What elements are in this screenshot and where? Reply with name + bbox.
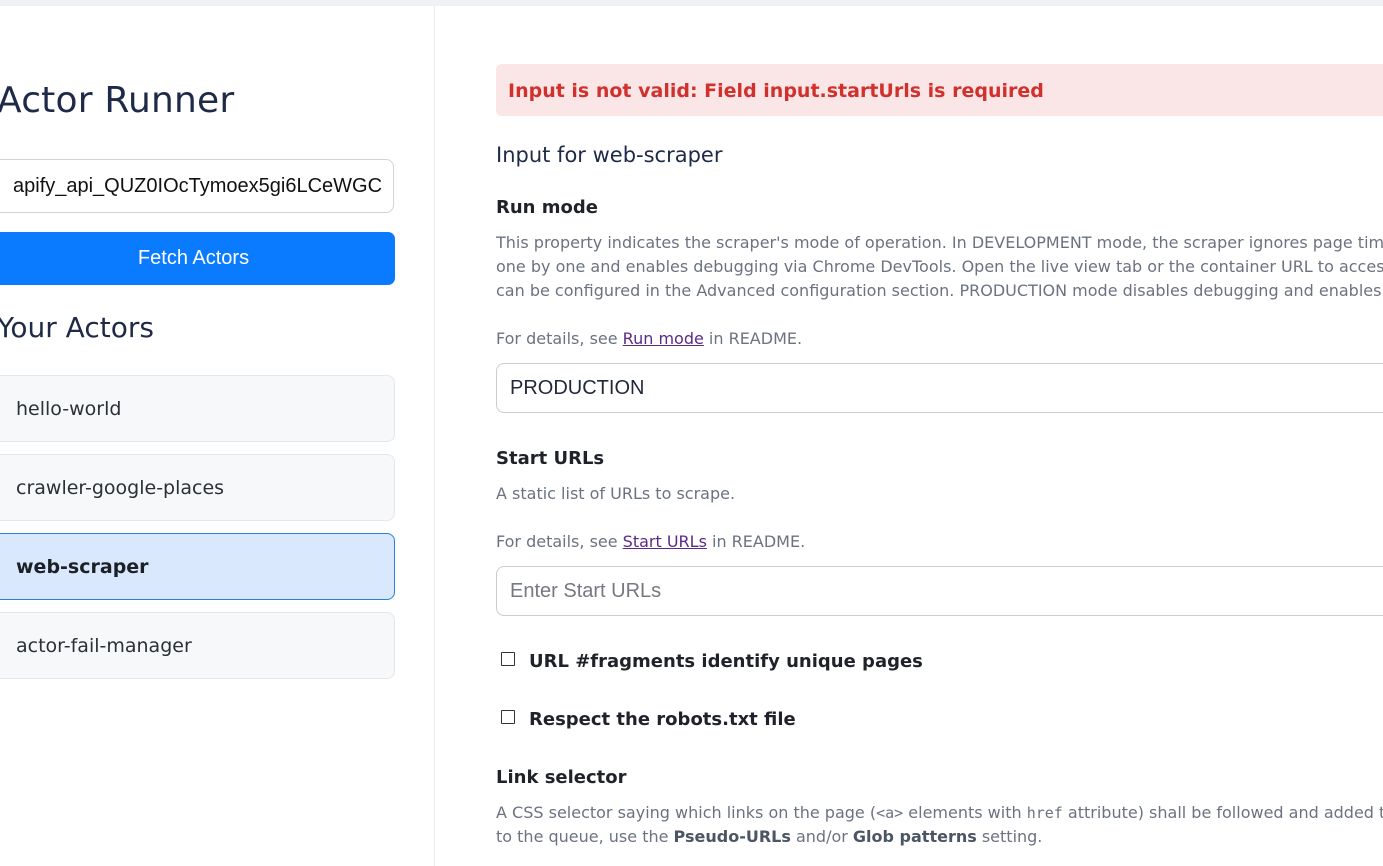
sidebar: Actor Runner apify_api_QUZ0IOcTymoex5gi6… bbox=[0, 6, 435, 866]
desc-text: and/or bbox=[790, 827, 853, 846]
link-selector-desc-line-2: to the queue, use the Pseudo-URLs and/or… bbox=[496, 825, 1042, 849]
app-title: Actor Runner bbox=[0, 80, 235, 121]
desc-text: attribute) shall be followed and added t… bbox=[1062, 803, 1383, 822]
api-key-input[interactable]: apify_api_QUZ0IOcTymoex5gi6LCeWGC bbox=[0, 159, 394, 213]
fetch-actors-button[interactable]: Fetch Actors bbox=[0, 232, 395, 285]
run-mode-details: For details, see Run mode in README. bbox=[496, 327, 802, 351]
robots-txt-checkbox[interactable] bbox=[501, 710, 515, 724]
start-urls-details: For details, see Start URLs in README. bbox=[496, 530, 805, 554]
run-mode-desc-line-3: can be configured in the Advanced config… bbox=[496, 281, 1382, 300]
start-urls-description: A static list of URLs to scrape. bbox=[496, 484, 736, 503]
details-suffix: in README. bbox=[703, 329, 803, 348]
robots-txt-label: Respect the robots.txt file bbox=[529, 709, 796, 730]
link-selector-label: Link selector bbox=[496, 767, 627, 788]
run-mode-select[interactable]: PRODUCTION bbox=[496, 363, 1383, 413]
href-code: href bbox=[1026, 804, 1063, 822]
pseudo-urls-term: Pseudo-URLs bbox=[673, 827, 791, 846]
your-actors-heading: Your Actors bbox=[0, 311, 154, 344]
run-mode-desc-line-1: This property indicates the scraper's mo… bbox=[496, 233, 1383, 252]
run-mode-label: Run mode bbox=[496, 197, 598, 218]
run-mode-readme-link[interactable]: Run mode bbox=[623, 329, 704, 348]
desc-text: setting. bbox=[976, 827, 1043, 846]
url-fragments-option[interactable]: URL #fragments identify unique pages bbox=[501, 651, 923, 672]
actor-item-web-scraper[interactable]: web-scraper bbox=[0, 533, 395, 600]
error-alert: Input is not valid: Field input.startUrl… bbox=[496, 64, 1383, 116]
details-prefix: For details, see bbox=[496, 329, 623, 348]
main-panel: Input is not valid: Field input.startUrl… bbox=[496, 0, 1383, 866]
glob-patterns-term: Glob patterns bbox=[852, 827, 977, 846]
link-selector-desc-line-1: A CSS selector saying which links on the… bbox=[496, 801, 1383, 825]
input-heading: Input for web-scraper bbox=[496, 143, 723, 167]
robots-txt-option[interactable]: Respect the robots.txt file bbox=[501, 709, 796, 730]
url-fragments-checkbox[interactable] bbox=[501, 652, 515, 666]
start-urls-label: Start URLs bbox=[496, 448, 605, 469]
run-mode-desc-line-2: one by one and enables debugging via Chr… bbox=[496, 257, 1383, 276]
start-urls-input[interactable]: Enter Start URLs bbox=[496, 566, 1383, 616]
run-mode-description: This property indicates the scraper's mo… bbox=[496, 231, 1383, 303]
desc-text: A CSS selector saying which links on the… bbox=[496, 803, 877, 822]
desc-text: elements with bbox=[903, 803, 1027, 822]
url-fragments-label: URL #fragments identify unique pages bbox=[529, 651, 923, 672]
actor-item-hello-world[interactable]: hello-world bbox=[0, 375, 395, 442]
actor-item-actor-fail-manager[interactable]: actor-fail-manager bbox=[0, 612, 395, 679]
anchor-tag-code: <a> bbox=[876, 804, 904, 822]
actor-list: hello-world crawler-google-places web-sc… bbox=[0, 375, 395, 691]
details-prefix: For details, see bbox=[496, 532, 623, 551]
details-suffix: in README. bbox=[706, 532, 806, 551]
desc-text: to the queue, use the bbox=[496, 827, 674, 846]
actor-item-crawler-google-places[interactable]: crawler-google-places bbox=[0, 454, 395, 521]
start-urls-readme-link[interactable]: Start URLs bbox=[623, 532, 707, 551]
